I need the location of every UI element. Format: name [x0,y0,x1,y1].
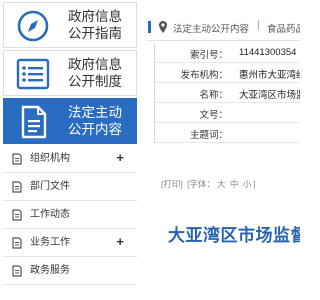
location-pin-icon [159,21,167,33]
meta-key: 文号： [199,110,228,121]
list-icon [16,58,50,90]
meta-row-doc-number: 文号： [155,103,300,123]
sidebar: 政府信息 公开指南 政府信息 公开制度 法定主动 公开内容 组织机构 + 部门文… [0,0,140,300]
font-large-link[interactable]: 大 [217,179,226,189]
nav-tile-label-line1: 政府信息 [68,57,122,72]
meta-value: 11441300354 [239,47,297,58]
doc-small-icon [12,237,22,249]
meta-value: 大亚湾区市场监 [239,90,300,101]
font-size-bracket: ] [253,179,256,189]
sidebar-item-label: 业务工作 [30,237,70,248]
meta-value: 惠州市大亚湾经 [239,70,300,81]
nav-tile-system[interactable]: 政府信息 公开制度 [3,50,137,96]
meta-row-keywords: 主题词： [155,123,300,143]
sidebar-item-organization[interactable]: 组织机构 + [3,145,137,173]
font-small-link[interactable]: 小 [243,179,252,189]
breadcrumb-separator: | [257,20,260,31]
document-title: 大亚湾区市场监督 [168,226,300,245]
nav-tile-label-line2: 公开制度 [68,74,122,89]
doc-small-icon [12,181,22,193]
nav-tile-label-line1: 法定主动 [68,105,122,120]
nav-tile-label-line2: 公开指南 [68,26,122,41]
meta-key: 主题词： [189,130,228,141]
sidebar-item-business-work[interactable]: 业务工作 + [3,229,137,257]
sidebar-item-gov-services[interactable]: 政务服务 [3,257,137,285]
breadcrumb-link-food-drug[interactable]: 食品药品 [267,21,300,35]
nav-tile-active-content[interactable]: 法定主动 公开内容 [3,98,137,144]
expand-icon[interactable]: + [116,234,124,249]
expand-icon[interactable]: + [116,150,124,165]
compass-icon [17,10,49,42]
sidebar-item-label: 部门文件 [30,181,70,192]
sidebar-item-dept-files[interactable]: 部门文件 [3,173,137,201]
sidebar-item-label: 工作动态 [30,209,70,220]
doc-small-icon [12,265,22,277]
article-tools: [打印] [字体：大 中 小] [161,178,258,190]
document-icon [21,105,47,139]
divider [146,40,300,41]
meta-key: 发布机构： [180,70,228,81]
nav-tile-label-line2: 公开内容 [68,122,122,137]
font-medium-link[interactable]: 中 [230,179,239,189]
meta-key: 名称： [199,90,228,101]
breadcrumb-link-active-content[interactable]: 法定主动公开内容 [173,21,249,35]
main-content: 法定主动公开内容 | 食品药品 索引号： 11441300354 发布机构： 惠… [146,0,300,300]
breadcrumb-accent-bar [148,21,151,33]
doc-small-icon [12,153,22,165]
nav-tile-label-line1: 政府信息 [68,9,122,24]
meta-row-index: 索引号： 11441300354 [155,43,300,63]
font-size-label: [字体： [187,179,215,189]
meta-table: 索引号： 11441300354 发布机构： 惠州市大亚湾经 名称： 大亚湾区市… [154,43,300,143]
sidebar-item-label: 政务服务 [30,265,70,276]
meta-row-name: 名称： 大亚湾区市场监 [155,83,300,103]
breadcrumb: 法定主动公开内容 | 食品药品 [146,16,300,38]
meta-key: 索引号： [189,50,228,61]
sidebar-item-work-news[interactable]: 工作动态 [3,201,137,229]
sidebar-item-label: 组织机构 [30,153,70,164]
doc-small-icon [12,209,22,221]
nav-tile-guide[interactable]: 政府信息 公开指南 [3,2,137,48]
print-link[interactable]: [打印] [161,179,183,189]
meta-row-publisher: 发布机构： 惠州市大亚湾经 [155,63,300,83]
